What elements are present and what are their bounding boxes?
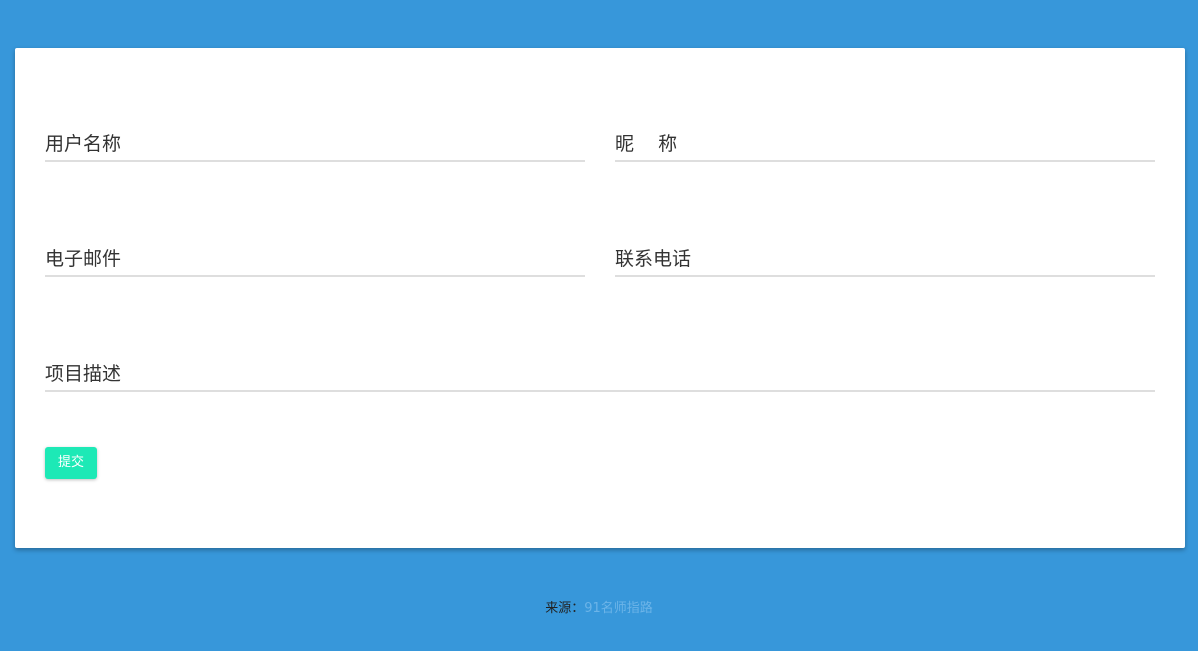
source-link[interactable]: 91名师指路 [584,601,653,616]
project-description-input[interactable] [45,358,1155,390]
footer-source: 来源：91名师指路 [0,599,1198,619]
form-card: 用户名称 昵 称 电子邮件 联系电话 项目描述 提交 [15,48,1185,548]
source-label: 来源： [545,601,585,616]
email-input[interactable] [45,243,585,275]
username-field[interactable]: 用户名称 [45,128,585,162]
nickname-field[interactable]: 昵 称 [615,128,1155,162]
nickname-input[interactable] [615,128,1155,160]
submit-button[interactable]: 提交 [45,447,97,479]
project-description-field[interactable]: 项目描述 [45,358,1155,392]
phone-field[interactable]: 联系电话 [615,243,1155,277]
phone-input[interactable] [615,243,1155,275]
username-input[interactable] [45,128,585,160]
email-field[interactable]: 电子邮件 [45,243,585,277]
